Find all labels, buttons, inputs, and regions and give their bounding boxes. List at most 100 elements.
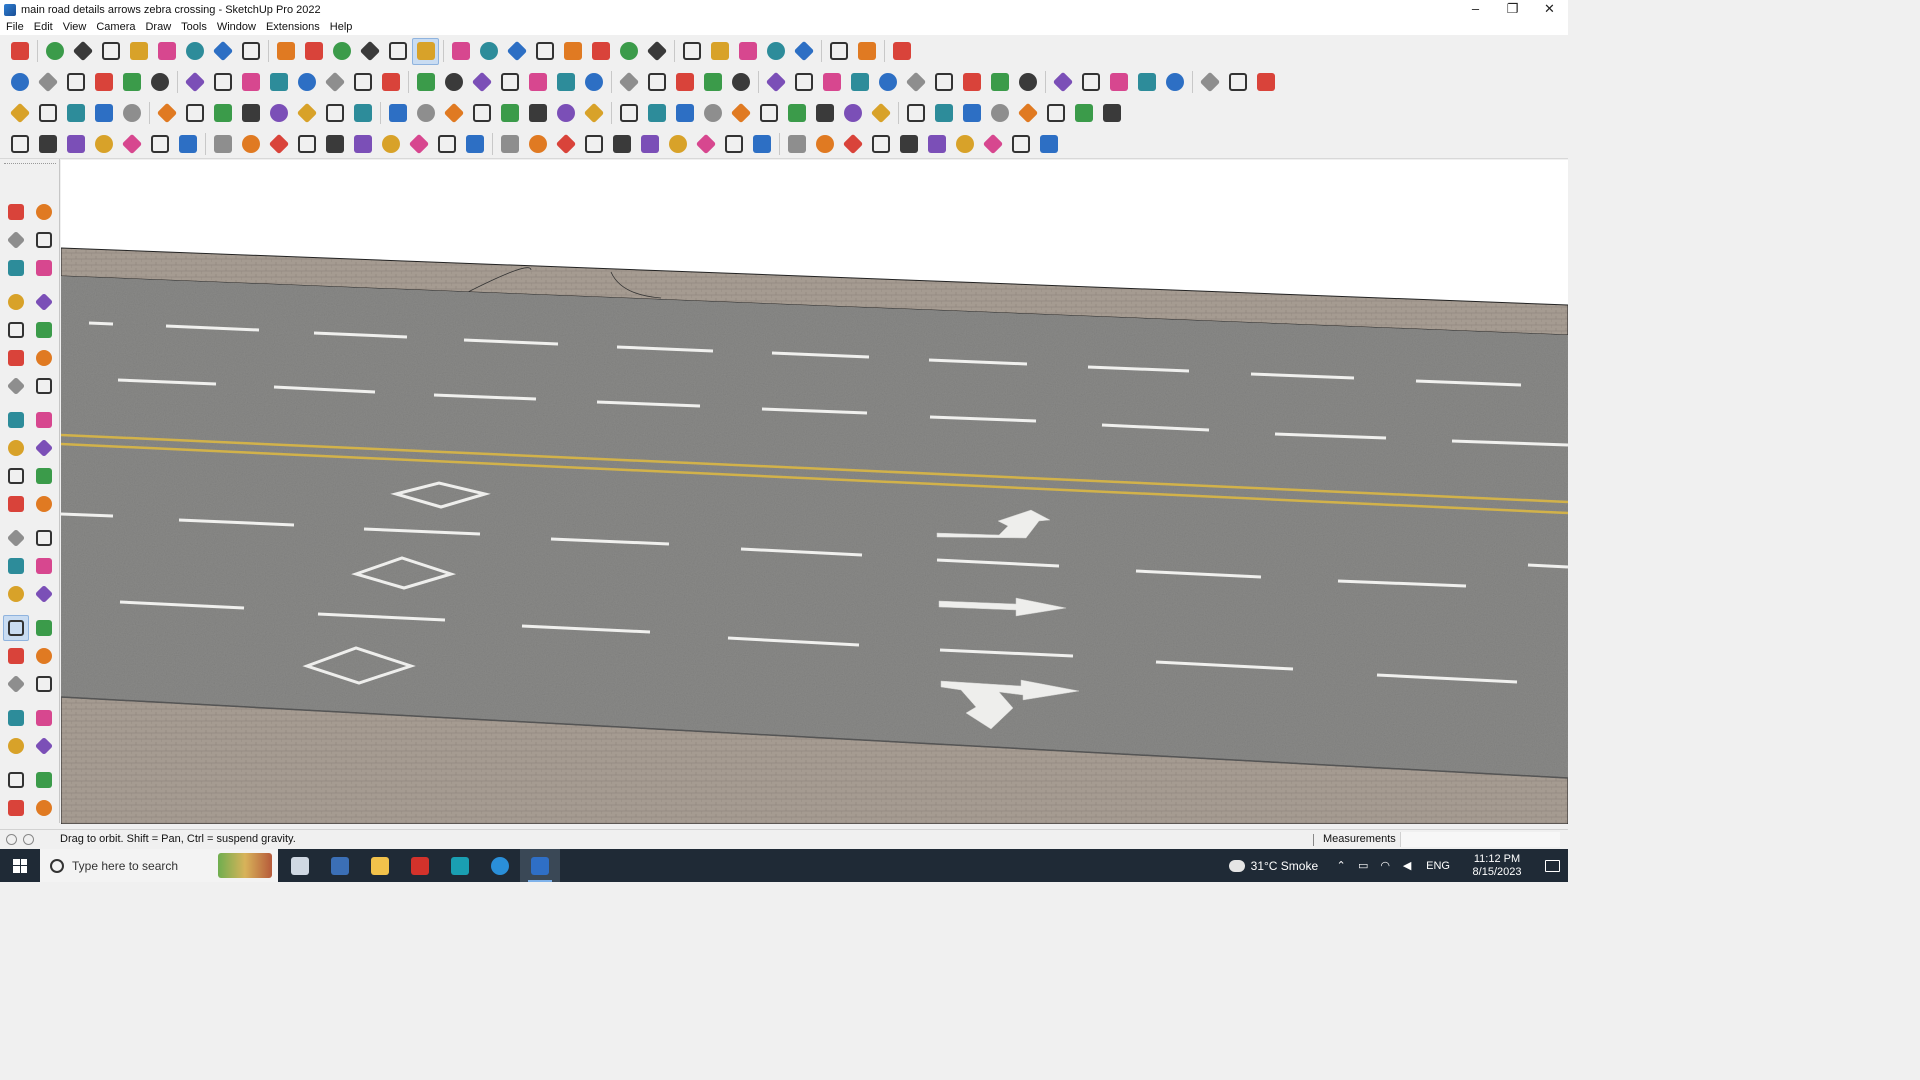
clock[interactable]: 11:12 PM 8/15/2023 bbox=[1462, 853, 1532, 879]
stack-button[interactable] bbox=[783, 100, 810, 127]
axes-button[interactable] bbox=[734, 38, 761, 65]
dimension-tool[interactable] bbox=[31, 525, 57, 551]
intersect-button[interactable] bbox=[377, 69, 404, 96]
gear-button[interactable] bbox=[902, 100, 929, 127]
menu-edit[interactable]: Edit bbox=[30, 21, 57, 33]
window-button[interactable] bbox=[524, 69, 551, 96]
toolbar-grip[interactable] bbox=[4, 163, 56, 166]
cone-button[interactable] bbox=[496, 100, 523, 127]
component-tool[interactable] bbox=[3, 255, 29, 281]
rectangle-tool[interactable] bbox=[3, 317, 29, 343]
eraser-button[interactable] bbox=[69, 38, 96, 65]
car-button[interactable] bbox=[62, 131, 89, 158]
twist-button[interactable] bbox=[265, 69, 292, 96]
section-cuts-tool[interactable] bbox=[3, 795, 29, 821]
measurements-input[interactable] bbox=[1400, 832, 1560, 847]
rails-button[interactable] bbox=[496, 131, 523, 158]
tile-button[interactable] bbox=[958, 100, 985, 127]
info-icon[interactable] bbox=[23, 834, 34, 845]
helix-button[interactable] bbox=[930, 69, 957, 96]
ribs-button[interactable] bbox=[895, 131, 922, 158]
scale-button[interactable] bbox=[300, 38, 327, 65]
tape-tool[interactable] bbox=[31, 255, 57, 281]
wing3-button[interactable] bbox=[664, 131, 691, 158]
protractor-tool[interactable] bbox=[3, 553, 29, 579]
ellipse-button[interactable] bbox=[846, 69, 873, 96]
parallelogram-button[interactable] bbox=[874, 69, 901, 96]
pan-button[interactable] bbox=[447, 38, 474, 65]
box-button[interactable] bbox=[6, 69, 33, 96]
pin-button[interactable] bbox=[524, 100, 551, 127]
tape-button[interactable] bbox=[153, 100, 180, 127]
move-button[interactable] bbox=[237, 38, 264, 65]
menu-draw[interactable]: Draw bbox=[141, 21, 175, 33]
menu-tools[interactable]: Tools bbox=[177, 21, 211, 33]
nodes-button[interactable] bbox=[6, 131, 33, 158]
3dsmax-taskbar-button[interactable] bbox=[440, 849, 480, 882]
speaker-icon[interactable]: ◀ bbox=[1400, 860, 1414, 872]
pillar-button[interactable] bbox=[783, 131, 810, 158]
rotate-tool[interactable] bbox=[3, 463, 29, 489]
look-around-tool[interactable] bbox=[31, 705, 57, 731]
arc-button[interactable] bbox=[762, 69, 789, 96]
rectangle-button[interactable] bbox=[153, 38, 180, 65]
start-button[interactable] bbox=[0, 849, 40, 882]
shingle-button[interactable] bbox=[1133, 69, 1160, 96]
wall-button[interactable] bbox=[440, 69, 467, 96]
stack3-button[interactable] bbox=[839, 100, 866, 127]
tile2-button[interactable] bbox=[986, 100, 1013, 127]
knife-button[interactable] bbox=[349, 131, 376, 158]
file-explorer-taskbar-button[interactable] bbox=[360, 849, 400, 882]
text-button[interactable] bbox=[356, 38, 383, 65]
spline-red-button[interactable] bbox=[34, 131, 61, 158]
text-tool[interactable] bbox=[31, 553, 57, 579]
task-view-taskbar-button[interactable] bbox=[280, 849, 320, 882]
roof-tile-button[interactable] bbox=[1252, 69, 1279, 96]
wifi-icon[interactable]: ◠ bbox=[1378, 860, 1392, 872]
frame-button[interactable] bbox=[930, 100, 957, 127]
taskbar-search[interactable]: Type here to search bbox=[40, 849, 278, 882]
styles-button[interactable] bbox=[706, 38, 733, 65]
followme-tool[interactable] bbox=[31, 463, 57, 489]
close-button[interactable]: ✕ bbox=[1531, 0, 1568, 19]
column-button[interactable] bbox=[433, 131, 460, 158]
redo-button[interactable] bbox=[853, 38, 880, 65]
hand-button[interactable] bbox=[461, 131, 488, 158]
paint-bucket-tool[interactable] bbox=[3, 227, 29, 253]
fence-button[interactable] bbox=[699, 69, 726, 96]
highlight-button[interactable] bbox=[1049, 69, 1076, 96]
curve-dots-button[interactable] bbox=[1070, 100, 1097, 127]
model-viewport[interactable] bbox=[61, 160, 1568, 824]
path-button[interactable] bbox=[671, 69, 698, 96]
pushpull-tool[interactable] bbox=[31, 435, 57, 461]
grass-button[interactable] bbox=[615, 69, 642, 96]
angle-button[interactable] bbox=[265, 131, 292, 158]
zoom-extents-tool[interactable] bbox=[3, 671, 29, 697]
bend-button[interactable] bbox=[237, 69, 264, 96]
stack2-button[interactable] bbox=[811, 100, 838, 127]
section-fill-tool[interactable] bbox=[31, 795, 57, 821]
sphere-button[interactable] bbox=[34, 69, 61, 96]
freehand-tool[interactable] bbox=[31, 289, 57, 315]
tree-button[interactable] bbox=[643, 69, 670, 96]
plus-green-button[interactable] bbox=[440, 100, 467, 127]
skew-button[interactable] bbox=[405, 131, 432, 158]
rail-button[interactable] bbox=[727, 69, 754, 96]
star-button[interactable] bbox=[671, 100, 698, 127]
weather-widget[interactable]: 31°C Smoke bbox=[1251, 859, 1319, 873]
geo-location-icon[interactable] bbox=[6, 834, 17, 845]
wing-button[interactable] bbox=[608, 131, 635, 158]
flip-button[interactable] bbox=[762, 38, 789, 65]
fan-button[interactable] bbox=[951, 131, 978, 158]
crosshair-button[interactable] bbox=[468, 100, 495, 127]
move-tool[interactable] bbox=[3, 435, 29, 461]
minimize-button[interactable]: – bbox=[1457, 0, 1494, 19]
arc2-tool[interactable] bbox=[3, 407, 29, 433]
extrude-button[interactable] bbox=[118, 69, 145, 96]
roof-button[interactable] bbox=[412, 69, 439, 96]
menu-extensions[interactable]: Extensions bbox=[262, 21, 324, 33]
zoom-tool[interactable] bbox=[3, 643, 29, 669]
chevron-up-icon[interactable]: ⌃ bbox=[1334, 860, 1348, 872]
stone-button[interactable] bbox=[1196, 69, 1223, 96]
comb-button[interactable] bbox=[867, 131, 894, 158]
